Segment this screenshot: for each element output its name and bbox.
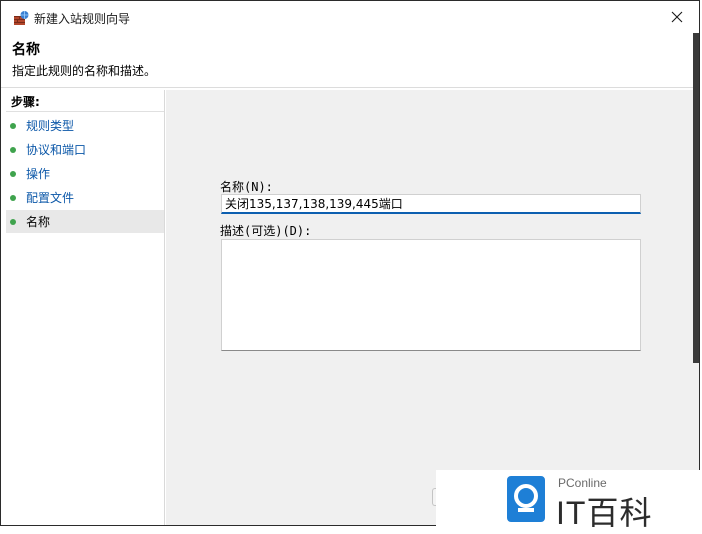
close-button[interactable] xyxy=(655,1,699,33)
step-status-dot-icon xyxy=(10,122,16,129)
watermark: PConline IT百科 xyxy=(436,470,702,531)
step-status-dot-icon xyxy=(10,218,16,225)
step-label: 协议和端口 xyxy=(26,143,87,157)
step-action[interactable]: 操作 xyxy=(6,162,164,185)
steps-heading: 步骤: xyxy=(11,95,40,109)
title-bar: 新建入站规则向导 xyxy=(1,1,699,33)
step-status-dot-icon xyxy=(10,170,16,177)
watermark-name: IT百科 xyxy=(556,495,653,531)
step-status-dot-icon xyxy=(10,146,16,153)
step-rule-type[interactable]: 规则类型 xyxy=(6,114,164,137)
step-label: 配置文件 xyxy=(26,191,75,205)
rule-description-textarea[interactable] xyxy=(221,239,641,351)
watermark-logo-icon xyxy=(507,476,545,522)
main-panel: 名称(N): 描述(可选)(D): xyxy=(166,90,699,525)
step-label: 名称 xyxy=(26,215,51,229)
firewall-app-icon xyxy=(14,11,29,25)
description-label: 描述(可选)(D): xyxy=(220,224,312,238)
step-label: 规则类型 xyxy=(26,119,75,133)
page-header: 名称 指定此规则的名称和描述。 xyxy=(1,33,699,87)
step-label: 操作 xyxy=(26,167,51,181)
page-description: 指定此规则的名称和描述。 xyxy=(12,64,157,78)
step-protocol-port[interactable]: 协议和端口 xyxy=(6,138,164,161)
header-divider xyxy=(1,87,699,88)
window-title: 新建入站规则向导 xyxy=(34,12,131,26)
steps-sidebar: 步骤: 规则类型 协议和端口 操作 配置文件 名称 xyxy=(6,90,165,525)
wizard-window: 新建入站规则向导 名称 指定此规则的名称和描述。 步骤: 规则类型 协议和端口 … xyxy=(0,0,700,526)
page-title: 名称 xyxy=(12,42,40,58)
step-profile[interactable]: 配置文件 xyxy=(6,186,164,209)
step-name[interactable]: 名称 xyxy=(6,210,164,233)
rule-name-input[interactable] xyxy=(221,194,641,214)
close-icon xyxy=(671,11,683,23)
steps-divider xyxy=(6,111,164,112)
name-label: 名称(N): xyxy=(220,180,273,194)
background-edge-strip xyxy=(693,33,699,363)
step-status-dot-icon xyxy=(10,194,16,201)
